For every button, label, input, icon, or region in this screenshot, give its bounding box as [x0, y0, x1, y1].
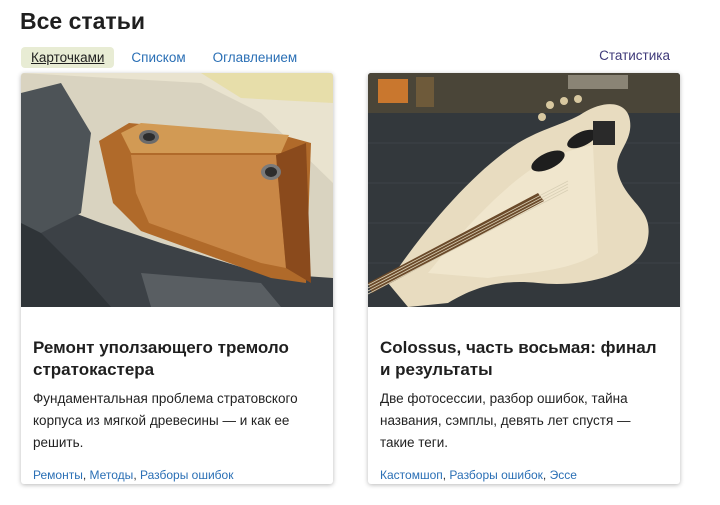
tag-separator: , [82, 468, 90, 482]
article-tags: Кастомшоп, Разборы ошибок, Эссе [380, 467, 668, 483]
article-photo-tremolo-repair[interactable] [21, 73, 333, 307]
page-title: Все статьи [20, 8, 145, 34]
tag-link[interactable]: Разборы ошибок [140, 468, 234, 482]
tab-contents[interactable]: Оглавлением [203, 47, 308, 68]
article-title[interactable]: Ремонт уползающего тремоло стратокастера [33, 337, 321, 381]
article-title[interactable]: Colossus, часть восьмая: финал и результ… [380, 337, 668, 381]
article-description: Фундаментальная проблема стратовского ко… [33, 391, 298, 450]
tag-link[interactable]: Кастомшоп [380, 468, 443, 482]
tab-cards[interactable]: Карточками [21, 46, 115, 68]
view-tabs: Карточками Списком Оглавлением Статистик… [21, 46, 670, 68]
tab-list[interactable]: Списком [121, 47, 195, 68]
tag-separator: , [542, 468, 550, 482]
statistics-link[interactable]: Статистика [599, 48, 670, 63]
tag-link[interactable]: Методы [90, 468, 134, 482]
article-card[interactable]: Ремонт уползающего тремоло стратокастера… [21, 73, 333, 484]
article-photo-bass-guitar[interactable] [368, 73, 680, 307]
tag-link[interactable]: Эссе [550, 468, 577, 482]
article-card[interactable]: Colossus, часть восьмая: финал и результ… [368, 73, 680, 484]
article-description: Две фотосессии, разбор ошибок, тайна наз… [380, 391, 631, 450]
article-tags: Ремонты, Методы, Разборы ошибок [33, 467, 321, 483]
tag-separator: , [133, 468, 140, 482]
tag-link[interactable]: Разборы ошибок [449, 468, 543, 482]
tag-link[interactable]: Ремонты [33, 468, 83, 482]
